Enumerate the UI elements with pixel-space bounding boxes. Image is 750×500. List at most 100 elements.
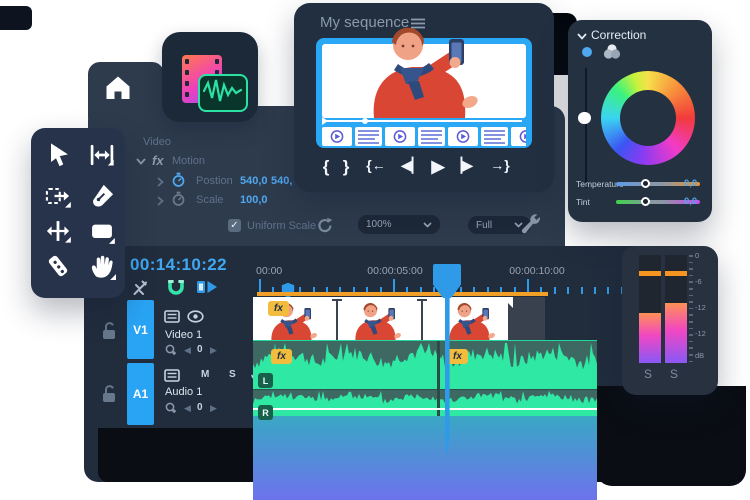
solo-button[interactable]: S: [644, 367, 652, 381]
go-to-out-button[interactable]: →}: [490, 157, 509, 173]
fit-dropdown-value: Full: [476, 220, 492, 231]
play-button[interactable]: ▶: [431, 157, 444, 177]
scale-label: Scale: [196, 194, 224, 206]
video-clip-next[interactable]: [508, 297, 545, 345]
selection-tool[interactable]: [44, 141, 74, 171]
zoom-dropdown[interactable]: 100%: [358, 215, 440, 234]
thumbnail-strip[interactable]: [322, 127, 526, 146]
razor-tool[interactable]: [44, 252, 74, 282]
next-keyframe-button[interactable]: ▶: [210, 345, 217, 356]
stopwatch-icon[interactable]: [171, 191, 186, 207]
meter-scale-tick: [689, 328, 693, 330]
clip-fx-badge[interactable]: fx: [268, 301, 289, 316]
prev-keyframe-button[interactable]: ◀: [184, 403, 191, 414]
thumbnail-play-card[interactable]: [385, 127, 415, 146]
reset-icon[interactable]: [317, 217, 333, 233]
channel-badge-left: L: [258, 373, 273, 388]
seek-handle[interactable]: [362, 118, 368, 124]
corner-chip: [0, 6, 32, 30]
go-to-in-button[interactable]: {←: [366, 157, 385, 173]
channel-badge-right: R: [258, 405, 273, 420]
luminance-slider-knob[interactable]: [578, 112, 591, 124]
rectangle-tool[interactable]: [88, 217, 118, 247]
wrench-icon[interactable]: [521, 213, 542, 234]
effects-group-label: Video: [143, 136, 171, 148]
playhead-timecode[interactable]: 00:14:10:22: [130, 255, 227, 275]
chevron-down-icon[interactable]: [136, 158, 146, 165]
razor-disabled-icon[interactable]: [131, 279, 149, 297]
position-value-x[interactable]: 540,0: [240, 175, 268, 187]
thumbnail-play-card[interactable]: [511, 127, 526, 146]
tint-knob[interactable]: [641, 197, 650, 206]
temperature-knob[interactable]: [641, 179, 650, 188]
solo-button[interactable]: S: [229, 369, 236, 380]
eye-icon[interactable]: [187, 310, 204, 323]
ruler-minor-tick: [567, 287, 569, 294]
thumbnail-play-card[interactable]: [448, 127, 478, 146]
clip-out-handle[interactable]: [502, 297, 513, 308]
snap-magnet-icon[interactable]: [166, 279, 186, 296]
prev-keyframe-button[interactable]: ◀: [184, 345, 191, 356]
ruler-minor-tick: [581, 287, 583, 294]
track-select-tool[interactable]: [88, 141, 118, 171]
playhead[interactable]: [430, 262, 464, 462]
lock-icon[interactable]: [101, 321, 117, 340]
lock-icon[interactable]: [101, 384, 117, 403]
solo-button[interactable]: S: [670, 367, 678, 381]
work-area-bar[interactable]: [257, 292, 548, 296]
pen-tool[interactable]: [88, 182, 118, 212]
meter-scale-tick: [689, 255, 693, 257]
video-clip[interactable]: fx: [253, 297, 545, 345]
collapse-chevron-icon[interactable]: [577, 33, 587, 40]
clip-fx-badge[interactable]: fx: [271, 349, 292, 364]
volume-rubber-band[interactable]: [253, 408, 597, 410]
track-frame-icon[interactable]: [164, 310, 180, 323]
add-keyframe-icon[interactable]: [165, 402, 177, 414]
thumbnail-text-card[interactable]: [418, 127, 445, 146]
ruler-label: 00:00: [256, 265, 282, 277]
mark-in-button[interactable]: {: [323, 157, 330, 177]
slip-tool[interactable]: [44, 217, 74, 247]
thumbnail-play-card[interactable]: [322, 127, 352, 146]
seek-bar[interactable]: [326, 120, 522, 122]
meter-scale-tick: [689, 347, 693, 349]
mute-button[interactable]: M: [201, 369, 209, 380]
clip-separator: [336, 300, 338, 342]
luminance-slider-track[interactable]: [585, 68, 587, 188]
thumbnail-text-card[interactable]: [481, 127, 508, 146]
add-keyframe-icon[interactable]: [165, 344, 177, 356]
step-back-button[interactable]: ◀▏: [401, 157, 423, 174]
expand-chevron-icon[interactable]: [157, 177, 164, 187]
track-frame-icon[interactable]: [164, 369, 180, 382]
expand-chevron-icon[interactable]: [157, 196, 164, 206]
scale-value[interactable]: 100,0: [240, 194, 268, 206]
hand-tool[interactable]: [88, 252, 118, 282]
ripple-edit-tool[interactable]: [44, 182, 74, 212]
next-keyframe-button[interactable]: ▶: [210, 403, 217, 414]
preview-illustration: [365, 26, 497, 118]
uniform-scale-checkbox[interactable]: ✓: [228, 219, 241, 232]
meter-scale-tick: [689, 308, 693, 310]
thumbnail-text-card[interactable]: [355, 127, 382, 146]
position-value-y[interactable]: 540,: [271, 175, 292, 187]
media-chip[interactable]: [162, 32, 258, 122]
track-target-a1[interactable]: A1: [127, 363, 154, 425]
ruler-major-tick: [259, 279, 261, 292]
uniform-scale-label: Uniform Scale: [247, 220, 316, 232]
meter-scale-tick: [689, 288, 693, 290]
temperature-value[interactable]: 0,0: [684, 178, 697, 189]
color-dot-icon[interactable]: [582, 47, 592, 57]
linked-selection-icon[interactable]: [196, 279, 218, 295]
mark-out-button[interactable]: }: [343, 157, 350, 177]
clip-in-handle[interactable]: [253, 297, 264, 308]
track-target-v1[interactable]: V1: [127, 300, 154, 359]
tint-value[interactable]: 0,0: [684, 196, 697, 207]
meter-scale-tick: [689, 314, 693, 316]
color-blob-icon[interactable]: [603, 44, 621, 60]
step-forward-button[interactable]: ▕▶: [451, 157, 473, 174]
effect-name-label: Motion: [172, 155, 205, 167]
meter-scale-tick: [689, 334, 693, 336]
stopwatch-icon[interactable]: [171, 172, 186, 188]
audio-clip-panel[interactable]: L R fx fx: [253, 340, 597, 500]
track-name-video: Video 1: [165, 329, 202, 341]
